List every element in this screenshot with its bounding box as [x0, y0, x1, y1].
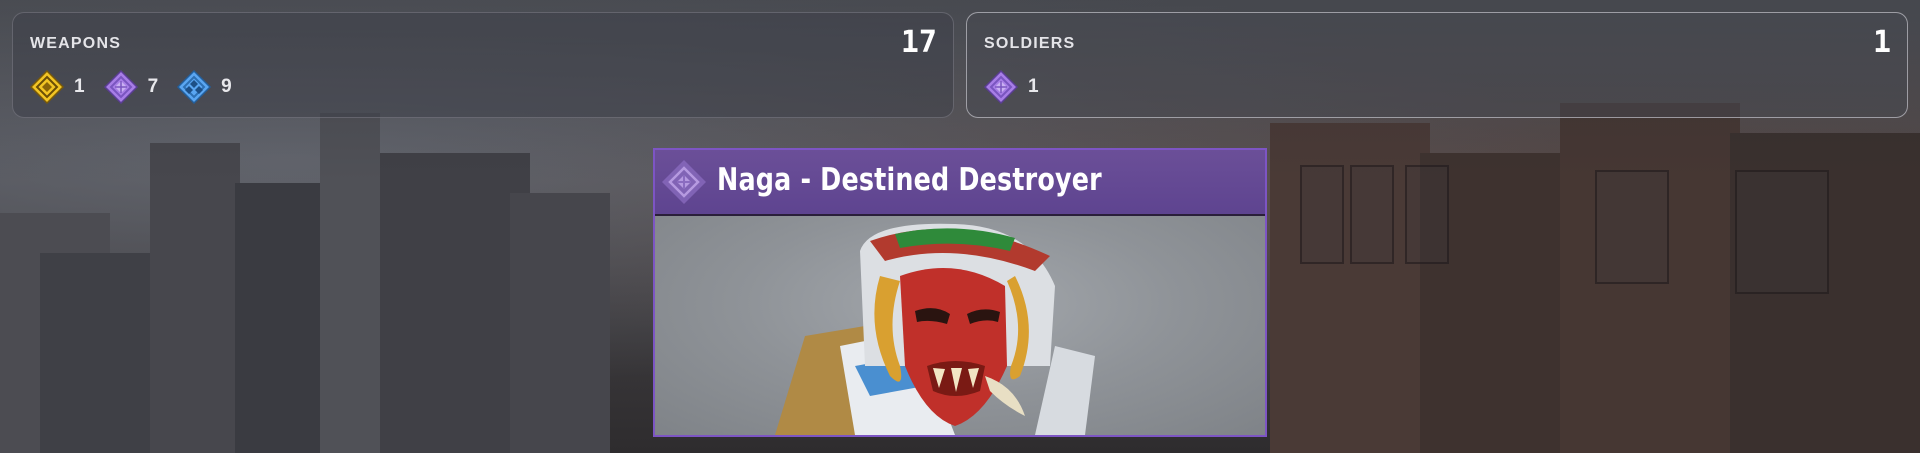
weapons-label: WEAPONS: [30, 35, 122, 52]
soldiers-label: SOLDIERS: [984, 35, 1076, 52]
weapons-panel[interactable]: WEAPONS 17 1 7 9: [12, 12, 954, 118]
weapons-rarity-blue-count: 9: [221, 76, 232, 97]
soldiers-rarity-list: 1: [983, 69, 1057, 105]
soldiers-rarity-purple: 1: [983, 69, 1039, 105]
card-header: Naga - Destined Destroyer: [655, 150, 1265, 216]
weapons-rarity-list: 1 7 9: [29, 69, 250, 105]
soldiers-total: 1: [1872, 25, 1891, 60]
weapons-rarity-blue: 9: [176, 69, 232, 105]
soldier-portrait: [655, 216, 1265, 435]
weapons-total: 17: [900, 25, 937, 60]
weapons-rarity-purple: 7: [103, 69, 159, 105]
blue-diamond-icon: [177, 69, 212, 105]
soldiers-panel[interactable]: SOLDIERS 1 1: [966, 12, 1908, 118]
samurai-mask-portrait: [775, 223, 1095, 435]
epic-rarity-icon: [662, 160, 706, 204]
rare-diamond-icon: [29, 69, 65, 105]
weapons-rarity-purple-count: 7: [147, 76, 159, 97]
epic-diamond-icon: [103, 69, 138, 105]
soldiers-rarity-purple-count: 1: [1028, 76, 1039, 97]
weapons-rarity-gold: 1: [29, 69, 85, 105]
epic-diamond-icon: [983, 69, 1019, 105]
featured-soldier-card[interactable]: Naga - Destined Destroyer: [653, 148, 1267, 437]
weapons-rarity-gold-count: 1: [74, 76, 85, 97]
card-title: Naga - Destined Destroyer: [717, 162, 1102, 198]
